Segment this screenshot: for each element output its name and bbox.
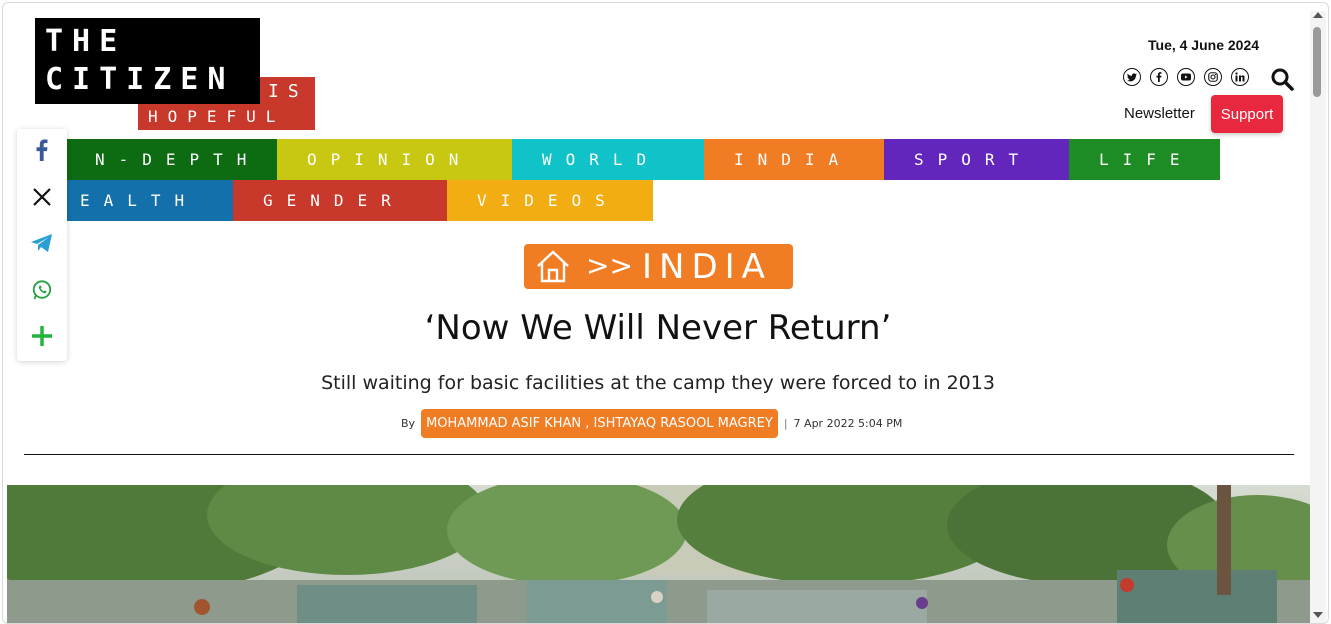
nav-item-life[interactable]: LIFE [1069, 139, 1220, 180]
home-icon[interactable] [535, 249, 571, 287]
nav-label: EALTH [80, 191, 199, 210]
nav-item-opinion[interactable]: OPINION [277, 139, 512, 180]
nav-item-health[interactable]: EALTH [65, 180, 233, 221]
nav-label: INDIA [734, 150, 853, 169]
nav-label: WORLD [542, 150, 661, 169]
byline-by-label: By [401, 417, 416, 430]
logo-tagline-is: IS [268, 81, 308, 102]
divider [24, 454, 1294, 455]
social-links [1123, 68, 1249, 86]
facebook-share-icon[interactable] [17, 132, 67, 168]
nav-label: VIDEOS [477, 191, 619, 210]
telegram-share-icon[interactable] [17, 225, 67, 261]
nav-label: GENDER [263, 191, 405, 210]
nav-label: SPORT [914, 150, 1033, 169]
logo-tagline-hopeful: HOPEFUL [148, 107, 286, 126]
nav-item-videos[interactable]: VIDEOS [447, 180, 653, 221]
twitter-icon[interactable] [1123, 68, 1141, 86]
byline: By MOHAMMAD ASIF KHAN , ISHTAYAQ RASOOL … [401, 409, 902, 438]
article-title: ‘Now We Will Never Return’ [424, 308, 892, 348]
whatsapp-share-icon[interactable] [17, 272, 67, 308]
nav-label: LIFE [1099, 150, 1194, 169]
nav-item-in-depth[interactable]: N-DEPTH [65, 139, 277, 180]
breadcrumb-section[interactable]: INDIA [642, 247, 772, 287]
nav-item-gender[interactable]: GENDER [233, 180, 447, 221]
nav-item-sport[interactable]: SPORT [884, 139, 1069, 180]
scroll-down-icon[interactable] [1313, 612, 1323, 618]
browser-viewport: THE CITIZEN IS HOPEFUL Tue, 4 June 2024 … [2, 2, 1329, 624]
youtube-icon[interactable] [1177, 68, 1195, 86]
article-subtitle: Still waiting for basic facilities at th… [321, 372, 995, 394]
newsletter-link[interactable]: Newsletter [1124, 105, 1195, 122]
search-icon[interactable] [1270, 67, 1294, 95]
logo-line-citizen: CITIZEN [45, 62, 235, 97]
byline-separator: | [783, 417, 788, 430]
current-date: Tue, 4 June 2024 [1148, 37, 1260, 53]
breadcrumb[interactable]: >> INDIA [524, 244, 793, 289]
linkedin-icon[interactable] [1231, 68, 1249, 86]
support-button[interactable]: Support [1211, 95, 1283, 133]
nav-item-india[interactable]: INDIA [704, 139, 884, 180]
publish-timestamp: 7 Apr 2022 5:04 PM [793, 417, 903, 430]
facebook-icon[interactable] [1150, 68, 1168, 86]
scroll-thumb[interactable] [1313, 27, 1321, 97]
nav-item-world[interactable]: WORLD [512, 139, 704, 180]
logo-line-the: THE [45, 24, 127, 59]
vertical-scrollbar[interactable] [1310, 11, 1326, 623]
author-names[interactable]: MOHAMMAD ASIF KHAN , ISHTAYAQ RASOOL MAG… [421, 409, 778, 438]
instagram-icon[interactable] [1204, 68, 1222, 86]
scroll-up-icon[interactable] [1313, 12, 1323, 18]
article-hero-image [7, 485, 1310, 623]
logo-wordmark-block: THE CITIZEN [35, 18, 260, 104]
nav-label: OPINION [307, 150, 473, 169]
nav-label: N-DEPTH [95, 150, 261, 169]
x-share-icon[interactable] [17, 179, 67, 215]
breadcrumb-separator: >> [586, 249, 633, 282]
